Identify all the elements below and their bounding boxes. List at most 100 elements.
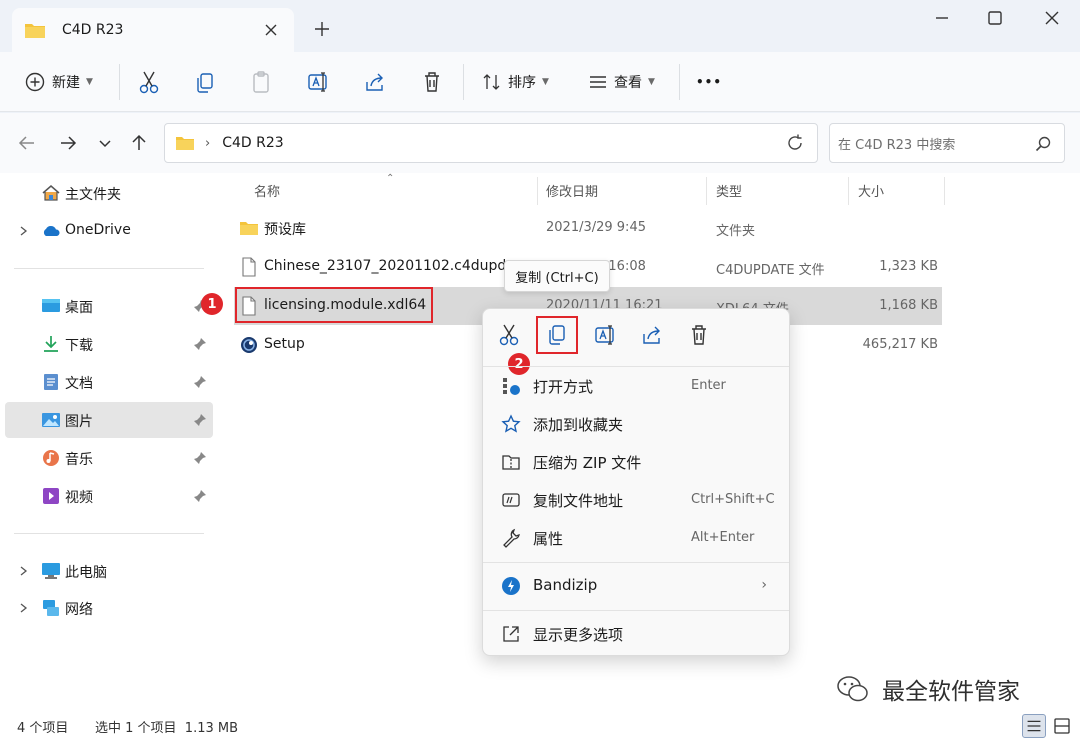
column-header-name[interactable]: 名称 bbox=[254, 181, 280, 200]
context-menu: 2 打开方式 Enter 添加到收藏夹 压缩为 ZIP 文件 复制文件地址 Ct… bbox=[482, 308, 790, 656]
menu-item-shortcut: Ctrl+Shift+C bbox=[691, 492, 775, 507]
file-type: 文件夹 bbox=[716, 224, 756, 239]
sort-label: 排序 bbox=[508, 75, 536, 91]
expand-chevron-icon[interactable] bbox=[17, 601, 29, 615]
menu-item-shortcut: Enter bbox=[691, 378, 726, 393]
sidebar-item-pictures[interactable]: 图片 bbox=[5, 402, 213, 438]
rename-icon[interactable] bbox=[593, 323, 617, 347]
close-window-icon[interactable] bbox=[1040, 8, 1064, 28]
computer-icon bbox=[42, 563, 60, 579]
file-name: 预设库 bbox=[264, 222, 306, 238]
share-icon[interactable] bbox=[640, 323, 664, 347]
back-arrow-icon[interactable] bbox=[15, 131, 39, 155]
cut-icon[interactable] bbox=[497, 323, 521, 347]
pin-icon[interactable] bbox=[193, 451, 207, 465]
plus-circle-icon bbox=[25, 72, 45, 92]
view-button[interactable]: 查看 ▼ bbox=[588, 68, 655, 96]
cloud-icon bbox=[43, 226, 60, 236]
column-divider[interactable] bbox=[848, 177, 849, 205]
recent-locations-icon[interactable] bbox=[93, 131, 117, 155]
sidebar-item-label: 此电脑 bbox=[65, 565, 107, 581]
bandizip-icon bbox=[502, 577, 520, 595]
menu-item-compress-zip[interactable]: 压缩为 ZIP 文件 bbox=[489, 444, 785, 480]
pin-icon[interactable] bbox=[193, 337, 207, 351]
maximize-icon[interactable] bbox=[983, 8, 1007, 28]
sidebar-item-documents[interactable]: 文档 bbox=[5, 364, 213, 400]
selection-info: 选中 1 个项目 1.13 MB bbox=[95, 721, 239, 736]
sidebar-item-desktop[interactable]: 桌面 bbox=[5, 288, 213, 324]
file-size: 1,323 KB bbox=[879, 259, 938, 274]
pin-icon[interactable] bbox=[193, 489, 207, 503]
column-divider[interactable] bbox=[537, 177, 538, 205]
copy-tooltip: 复制 (Ctrl+C) bbox=[504, 260, 610, 292]
paste-icon[interactable] bbox=[249, 68, 273, 96]
sort-button[interactable]: 排序 ▼ bbox=[482, 68, 549, 96]
menu-item-bandizip[interactable]: Bandizip › bbox=[489, 568, 785, 604]
delete-icon[interactable] bbox=[420, 68, 444, 96]
expand-chevron-icon[interactable] bbox=[17, 224, 29, 238]
menu-item-copy-path[interactable]: 复制文件地址 Ctrl+Shift+C bbox=[489, 482, 785, 518]
rename-icon[interactable] bbox=[306, 68, 330, 96]
sidebar-item-home[interactable]: 主文件夹 bbox=[5, 175, 213, 211]
tiles-view-icon[interactable] bbox=[1050, 714, 1074, 738]
close-tab-icon[interactable] bbox=[262, 21, 280, 39]
menu-item-open-with[interactable]: 打开方式 Enter bbox=[489, 368, 785, 404]
column-divider[interactable] bbox=[706, 177, 707, 205]
forward-arrow-icon[interactable] bbox=[56, 131, 80, 155]
sidebar-item-this-pc[interactable]: 此电脑 bbox=[5, 553, 213, 589]
new-button[interactable]: 新建 ▼ bbox=[24, 68, 93, 96]
tab-title: C4D R23 bbox=[62, 22, 124, 38]
cut-icon[interactable] bbox=[137, 68, 161, 96]
menu-item-properties[interactable]: 属性 Alt+Enter bbox=[489, 520, 785, 556]
file-name: Setup bbox=[264, 336, 305, 352]
column-header-date[interactable]: 修改日期 bbox=[546, 181, 598, 200]
music-icon bbox=[43, 450, 59, 466]
sidebar-item-videos[interactable]: 视频 bbox=[5, 478, 213, 514]
address-bar[interactable]: › C4D R23 bbox=[164, 123, 818, 163]
zip-icon bbox=[502, 455, 520, 470]
sidebar-item-label: 文档 bbox=[65, 376, 93, 392]
breadcrumb-current[interactable]: C4D R23 bbox=[222, 135, 283, 151]
command-toolbar: 新建 ▼ 排序 ▼ 查看 ▼ ••• bbox=[0, 52, 1080, 112]
minimize-icon[interactable] bbox=[930, 8, 954, 28]
menu-item-more-options[interactable]: 显示更多选项 bbox=[489, 616, 785, 652]
more-options-button[interactable]: ••• bbox=[696, 68, 722, 96]
pin-icon[interactable] bbox=[193, 375, 207, 389]
sidebar-item-downloads[interactable]: 下载 bbox=[5, 326, 213, 362]
share-icon[interactable] bbox=[363, 68, 387, 96]
folder-icon bbox=[176, 137, 194, 150]
copy-icon[interactable] bbox=[193, 68, 217, 96]
sidebar-item-network[interactable]: 网络 bbox=[5, 590, 213, 626]
sidebar-item-onedrive[interactable]: OneDrive bbox=[5, 213, 213, 249]
highlight-box bbox=[235, 287, 433, 323]
menu-item-label: Bandizip bbox=[533, 576, 598, 594]
new-tab-icon[interactable] bbox=[312, 19, 332, 39]
desktop-icon bbox=[42, 299, 60, 312]
column-divider[interactable] bbox=[944, 177, 945, 205]
new-label: 新建 bbox=[52, 75, 80, 91]
delete-icon[interactable] bbox=[687, 323, 711, 347]
details-view-icon[interactable] bbox=[1022, 714, 1046, 738]
folder-icon bbox=[25, 24, 45, 38]
tab-c4d-r23[interactable]: C4D R23 bbox=[12, 8, 294, 52]
menu-item-label: 属性 bbox=[533, 530, 564, 548]
sidebar-divider bbox=[14, 268, 204, 269]
sidebar-item-music[interactable]: 音乐 bbox=[5, 440, 213, 476]
menu-item-label: 压缩为 ZIP 文件 bbox=[533, 454, 642, 472]
search-box[interactable]: 在 C4D R23 中搜索 bbox=[829, 123, 1065, 163]
column-header-type[interactable]: 类型 bbox=[716, 181, 742, 200]
sidebar-divider bbox=[14, 533, 204, 534]
menu-item-label: 添加到收藏夹 bbox=[533, 416, 624, 434]
refresh-icon[interactable] bbox=[785, 133, 805, 153]
file-row[interactable]: 预设库 2021/3/29 9:45 文件夹 bbox=[234, 209, 942, 247]
download-icon bbox=[44, 336, 58, 352]
column-header-size[interactable]: 大小 bbox=[858, 181, 884, 200]
folder-icon bbox=[240, 222, 258, 235]
menu-item-label: 显示更多选项 bbox=[533, 626, 624, 644]
toolbar-divider bbox=[679, 64, 680, 100]
external-link-icon bbox=[503, 626, 519, 642]
expand-chevron-icon[interactable] bbox=[17, 564, 29, 578]
up-arrow-icon[interactable] bbox=[127, 131, 151, 155]
menu-item-add-favorite[interactable]: 添加到收藏夹 bbox=[489, 406, 785, 442]
pin-icon[interactable] bbox=[193, 413, 207, 427]
